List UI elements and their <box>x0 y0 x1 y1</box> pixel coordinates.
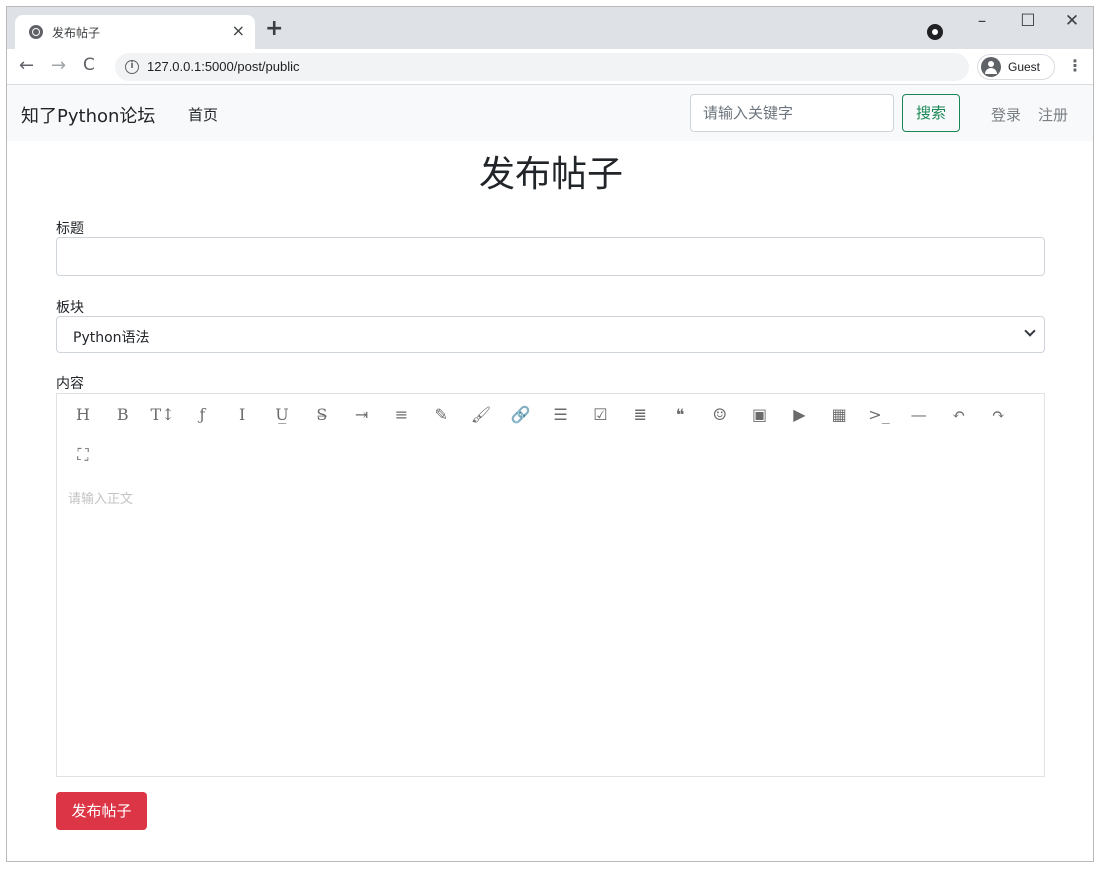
code-icon[interactable]: >_ <box>866 402 892 428</box>
font-family-icon[interactable]: ƒ <box>189 402 215 428</box>
divider-icon[interactable]: — <box>906 402 932 428</box>
heading-icon[interactable]: H <box>70 402 96 428</box>
page-title: 发布帖子 <box>478 154 623 195</box>
editor-toolbar: H B T↕ ƒ I U̲ S̶ ⇥ ≡ ✎ 🖌 🔗 ☰ ☑ ≣ ❝ ☺ ▣ ▶ ▦ >_ — ↶ ↷ ⛶ <box>57 394 1044 476</box>
chevron-down-icon <box>1024 325 1036 337</box>
board-selected-value: Python语法 <box>73 330 150 346</box>
fullscreen-icon[interactable]: ⛶ <box>70 442 96 468</box>
board-select[interactable]: Python语法 <box>56 316 1045 353</box>
content-label: 内容 <box>56 376 84 392</box>
reload-button[interactable]: C <box>83 55 95 75</box>
title-input[interactable] <box>56 237 1045 276</box>
emoticon-icon[interactable]: ☺ <box>707 402 733 428</box>
profile-button[interactable]: Guest <box>977 54 1055 80</box>
video-icon[interactable]: ▶ <box>786 402 812 428</box>
title-label: 标题 <box>56 221 84 237</box>
tab-title: 发布帖子 <box>52 26 101 40</box>
undo-icon[interactable]: ↶ <box>946 402 972 428</box>
minimize-button[interactable]: – <box>967 11 997 31</box>
underline-icon[interactable]: U̲ <box>269 402 295 428</box>
avatar-icon <box>981 57 1001 77</box>
nav-home-link[interactable]: 首页 <box>188 104 218 125</box>
title-bar: 发布帖子 × + – ☐ ✕ <box>7 7 1093 49</box>
background-color-icon[interactable]: 🖌 <box>468 402 494 428</box>
todo-icon[interactable]: ☑ <box>587 402 613 428</box>
maximize-button[interactable]: ☐ <box>1013 11 1043 31</box>
back-button[interactable]: ← <box>19 55 34 76</box>
site-navbar: 知了Python论坛 首页 搜索 登录 注册 <box>7 85 1093 141</box>
indent-icon[interactable]: ⇥ <box>349 402 375 428</box>
site-info-icon[interactable]: i <box>125 60 139 74</box>
font-size-icon[interactable]: T↕ <box>150 402 176 428</box>
browser-toolbar: ← → C i 127.0.0.1:5000/post/public Guest… <box>7 49 1093 85</box>
strikethrough-icon[interactable]: S̶ <box>309 402 335 428</box>
new-tab-button[interactable]: + <box>265 18 283 40</box>
redo-icon[interactable]: ↷ <box>985 402 1011 428</box>
address-bar[interactable]: i 127.0.0.1:5000/post/public <box>115 53 969 81</box>
forward-button[interactable]: → <box>51 55 66 76</box>
url-text: 127.0.0.1:5000/post/public <box>147 59 300 74</box>
search-input[interactable] <box>690 94 894 132</box>
close-tab-icon[interactable]: × <box>232 21 245 40</box>
brand-link[interactable]: 知了Python论坛 <box>21 102 155 128</box>
register-link[interactable]: 注册 <box>1038 104 1068 125</box>
bold-icon[interactable]: B <box>110 402 136 428</box>
image-icon[interactable]: ▣ <box>747 402 773 428</box>
close-window-button[interactable]: ✕ <box>1057 11 1087 31</box>
board-label: 板块 <box>56 300 84 316</box>
browser-tab[interactable]: 发布帖子 × <box>15 15 255 49</box>
login-link[interactable]: 登录 <box>991 104 1021 125</box>
search-button[interactable]: 搜索 <box>902 94 960 132</box>
list-icon[interactable]: ☰ <box>548 402 574 428</box>
browser-menu-icon[interactable]: ⋮ <box>1067 56 1083 75</box>
italic-icon[interactable]: I <box>229 402 255 428</box>
font-color-icon[interactable]: ✎ <box>428 402 454 428</box>
line-height-icon[interactable]: ≡ <box>388 402 414 428</box>
link-icon[interactable]: 🔗 <box>508 402 534 428</box>
table-icon[interactable]: ▦ <box>826 402 852 428</box>
justify-icon[interactable]: ≣ <box>627 402 653 428</box>
rich-text-editor: H B T↕ ƒ I U̲ S̶ ⇥ ≡ ✎ 🖌 🔗 ☰ ☑ ≣ ❝ ☺ ▣ ▶ ▦ >_ — ↶ ↷ ⛶ 请输入正文 <box>56 393 1045 777</box>
submit-post-button[interactable]: 发布帖子 <box>56 792 147 830</box>
quote-icon[interactable]: ❝ <box>667 402 693 428</box>
media-record-icon[interactable] <box>927 24 943 40</box>
editor-body[interactable]: 请输入正文 <box>57 476 1044 776</box>
browser-window: 发布帖子 × + – ☐ ✕ ← → C i 127.0.0.1:5000/po… <box>6 6 1094 862</box>
globe-icon <box>29 25 43 39</box>
profile-label: Guest <box>1008 60 1041 74</box>
